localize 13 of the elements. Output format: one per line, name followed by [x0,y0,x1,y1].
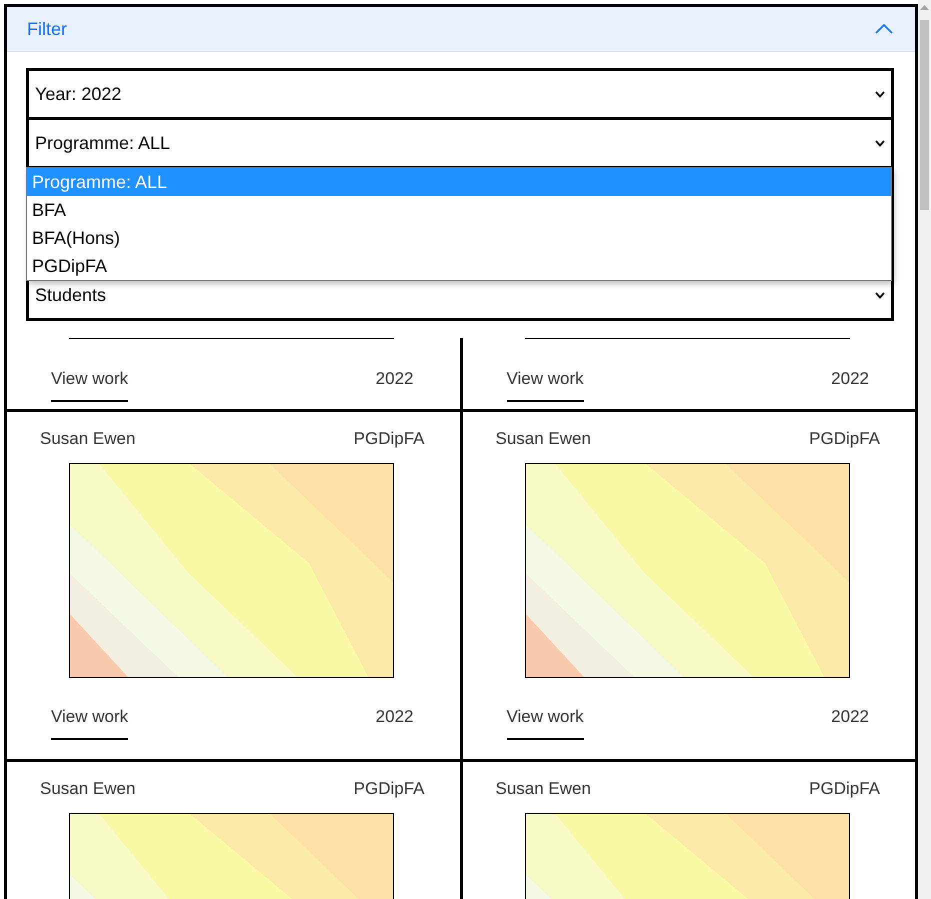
programme-label: PGDipFA [809,778,880,800]
student-name: Susan Ewen [40,778,136,800]
programme-label: PGDipFA [809,428,880,450]
year-label: 2022 [831,706,869,728]
year-label: 2022 [376,368,414,390]
student-name: Susan Ewen [496,428,591,450]
year-label: 2022 [831,368,869,390]
programme-label: PGDipFA [354,428,424,450]
filter-title: Filter [27,18,67,40]
programme-label: PGDipFA [354,778,424,800]
year-label: 2022 [376,706,414,728]
student-name: Susan Ewen [496,778,591,800]
student-name: Susan Ewen [40,428,136,450]
